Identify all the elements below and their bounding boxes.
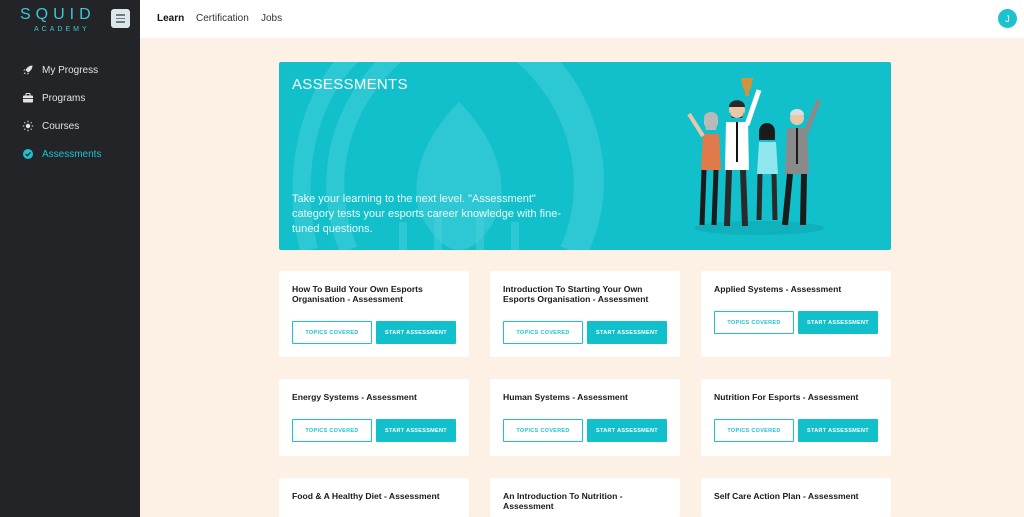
tab-jobs[interactable]: Jobs (261, 13, 282, 24)
start-assessment-button[interactable]: START ASSESSMENT (587, 419, 667, 442)
card-title: Applied Systems - Assessment (714, 284, 842, 294)
top-navigation: Learn Certification Jobs J (140, 0, 1024, 38)
assessment-card: An Introduction To Nutrition - Assessmen… (490, 478, 680, 517)
card-title: An Introduction To Nutrition - Assessmen… (503, 491, 623, 511)
assessment-card: Human Systems - Assessment TOPICS COVERE… (490, 379, 680, 456)
assessment-card: Self Care Action Plan - Assessment (701, 478, 891, 517)
lightbulb-icon (22, 120, 34, 132)
topics-covered-button[interactable]: TOPICS COVERED (714, 311, 794, 334)
sidebar-item-label: My Progress (42, 64, 99, 76)
card-title: Nutrition For Esports - Assessment (714, 392, 859, 402)
assessment-card: Nutrition For Esports - Assessment TOPIC… (701, 379, 891, 456)
assessment-card: Applied Systems - Assessment TOPICS COVE… (701, 271, 891, 357)
assessment-card: Food & A Healthy Diet - Assessment (279, 478, 469, 517)
banner-description: Take your learning to the next level. "A… (292, 193, 562, 235)
banner-title: ASSESSMENTS (292, 76, 408, 93)
rocket-icon (22, 64, 34, 76)
card-title: Self Care Action Plan - Assessment (714, 491, 859, 501)
card-title: Introduction To Starting Your Own Esport… (503, 284, 649, 304)
start-assessment-button[interactable]: START ASSESSMENT (798, 311, 878, 334)
topics-covered-button[interactable]: TOPICS COVERED (292, 419, 372, 442)
card-title: How To Build Your Own Esports Organisati… (292, 284, 423, 304)
user-avatar[interactable]: J (998, 9, 1017, 28)
logo-name: SQUID (20, 6, 96, 23)
squid-academy-logo[interactable]: SQUID ACADEMY (20, 6, 102, 36)
topics-covered-button[interactable]: TOPICS COVERED (503, 419, 583, 442)
sidebar-item-label: Programs (42, 92, 86, 104)
sidebar-nav: My Progress Programs Courses Assessments (0, 56, 140, 168)
sidebar: SQUID ACADEMY My Progress Programs Cours… (0, 0, 140, 517)
start-assessment-button[interactable]: START ASSESSMENT (376, 419, 456, 442)
sidebar-item-assessments[interactable]: Assessments (0, 140, 140, 168)
menu-toggle-button[interactable] (111, 9, 130, 28)
start-assessment-button[interactable]: START ASSESSMENT (376, 321, 456, 344)
sidebar-item-courses[interactable]: Courses (0, 112, 140, 140)
assessments-banner: ASSESSMENTS Take your learning to the ne… (279, 62, 891, 250)
assessment-card: Introduction To Starting Your Own Esport… (490, 271, 680, 357)
card-title: Human Systems - Assessment (503, 392, 628, 402)
assessment-card: How To Build Your Own Esports Organisati… (279, 271, 469, 357)
sidebar-item-programs[interactable]: Programs (0, 84, 140, 112)
check-circle-icon (22, 148, 34, 160)
team-celebration-illustration-icon (687, 78, 824, 235)
topics-covered-button[interactable]: TOPICS COVERED (714, 419, 794, 442)
sidebar-item-my-progress[interactable]: My Progress (0, 56, 140, 84)
tab-certification[interactable]: Certification (196, 13, 249, 24)
topics-covered-button[interactable]: TOPICS COVERED (292, 321, 372, 344)
topics-covered-button[interactable]: TOPICS COVERED (503, 321, 583, 344)
assessment-card: Energy Systems - Assessment TOPICS COVER… (279, 379, 469, 456)
tab-learn[interactable]: Learn (157, 13, 184, 24)
hamburger-icon (116, 14, 125, 16)
start-assessment-button[interactable]: START ASSESSMENT (587, 321, 667, 344)
sidebar-item-label: Assessments (42, 148, 102, 160)
sidebar-item-label: Courses (42, 120, 80, 132)
card-title: Energy Systems - Assessment (292, 392, 417, 402)
briefcase-icon (22, 92, 34, 104)
start-assessment-button[interactable]: START ASSESSMENT (798, 419, 878, 442)
card-title: Food & A Healthy Diet - Assessment (292, 491, 440, 501)
logo-subtitle: ACADEMY (34, 26, 90, 33)
